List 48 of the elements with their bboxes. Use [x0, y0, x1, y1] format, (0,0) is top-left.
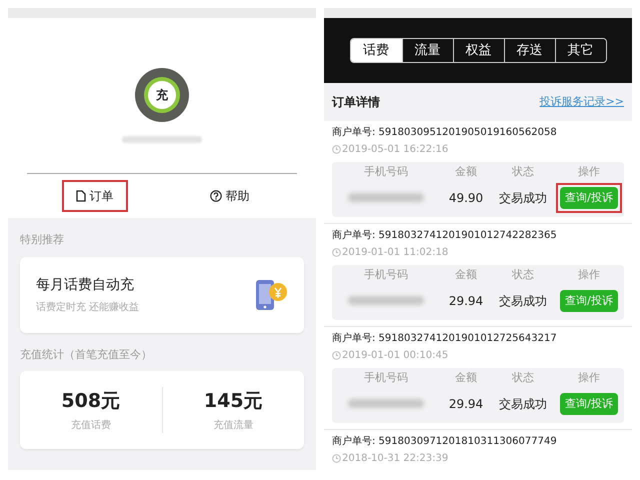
tab[interactable]: 其它: [554, 38, 606, 62]
stat-value: 145元: [202, 389, 264, 414]
column-header: 状态: [512, 370, 534, 386]
column-header: 操作: [578, 370, 600, 386]
column-header: 操作: [578, 164, 600, 180]
order-time: 2019-05-01 16:22:16: [342, 143, 448, 157]
clock-icon: [332, 145, 341, 154]
column-header: 金额: [455, 267, 477, 283]
merchant-number: 商户单号: 5918030951201905019160562058: [332, 126, 558, 140]
merchant-number: 商户单号: 5918032741201901012725643217: [332, 332, 558, 346]
clock-icon: [332, 454, 341, 463]
status-cell-text: 交易成功: [499, 396, 547, 413]
column-header: 手机号码: [364, 164, 408, 180]
promo-card[interactable]: 每月话费自动充 话费定时充 还能赚收益: [20, 256, 304, 332]
clock-icon: [332, 248, 341, 257]
help-icon: [210, 190, 222, 202]
tab[interactable]: 话费: [350, 38, 402, 62]
tab[interactable]: 订单: [62, 180, 128, 212]
stat-label: 充值流量: [212, 418, 254, 432]
merchant-number: 商户单号: 5918032741201901012742282365: [332, 228, 558, 243]
phone-coin-icon: [254, 278, 288, 310]
promo-subtitle: 话费定时充 还能赚收益: [36, 300, 140, 314]
clock-icon: [332, 351, 341, 360]
section-title: 特别推荐: [19, 232, 65, 248]
avatar-label: 充: [144, 77, 180, 113]
document-icon: [76, 190, 86, 202]
tab[interactable]: 帮助: [196, 180, 264, 212]
column-header: 手机号码: [364, 370, 408, 386]
column-header: 状态: [512, 164, 534, 180]
order-time: 2018-10-31 22:23:39: [342, 452, 448, 466]
column-header: 金额: [455, 370, 477, 386]
stat-label: 充值话费: [70, 418, 112, 432]
amount-cell-text: 29.94: [448, 396, 484, 413]
status-cell-text: 交易成功: [499, 190, 547, 207]
column-header: 金额: [455, 164, 477, 180]
status-cell-text: 交易成功: [499, 292, 547, 310]
column-header: 手机号码: [364, 267, 408, 283]
order-time: 2019-01-01 11:02:18: [342, 246, 448, 260]
promo-title: 每月话费自动充: [36, 276, 135, 294]
amount-cell-text: 49.90: [448, 190, 484, 207]
order-time: 2019-01-01 00:10:45: [342, 349, 448, 363]
column-header: 操作: [578, 267, 600, 283]
stat-value: 508元: [60, 389, 122, 414]
section-title: 订单详情: [332, 94, 380, 111]
section-title: 充值统计（首笔充值至今）: [19, 346, 153, 362]
merchant-number: 商户单号: 5918030971201810311306077749: [332, 434, 558, 449]
column-header: 状态: [512, 267, 534, 283]
amount-cell-text: 29.94: [448, 292, 484, 310]
